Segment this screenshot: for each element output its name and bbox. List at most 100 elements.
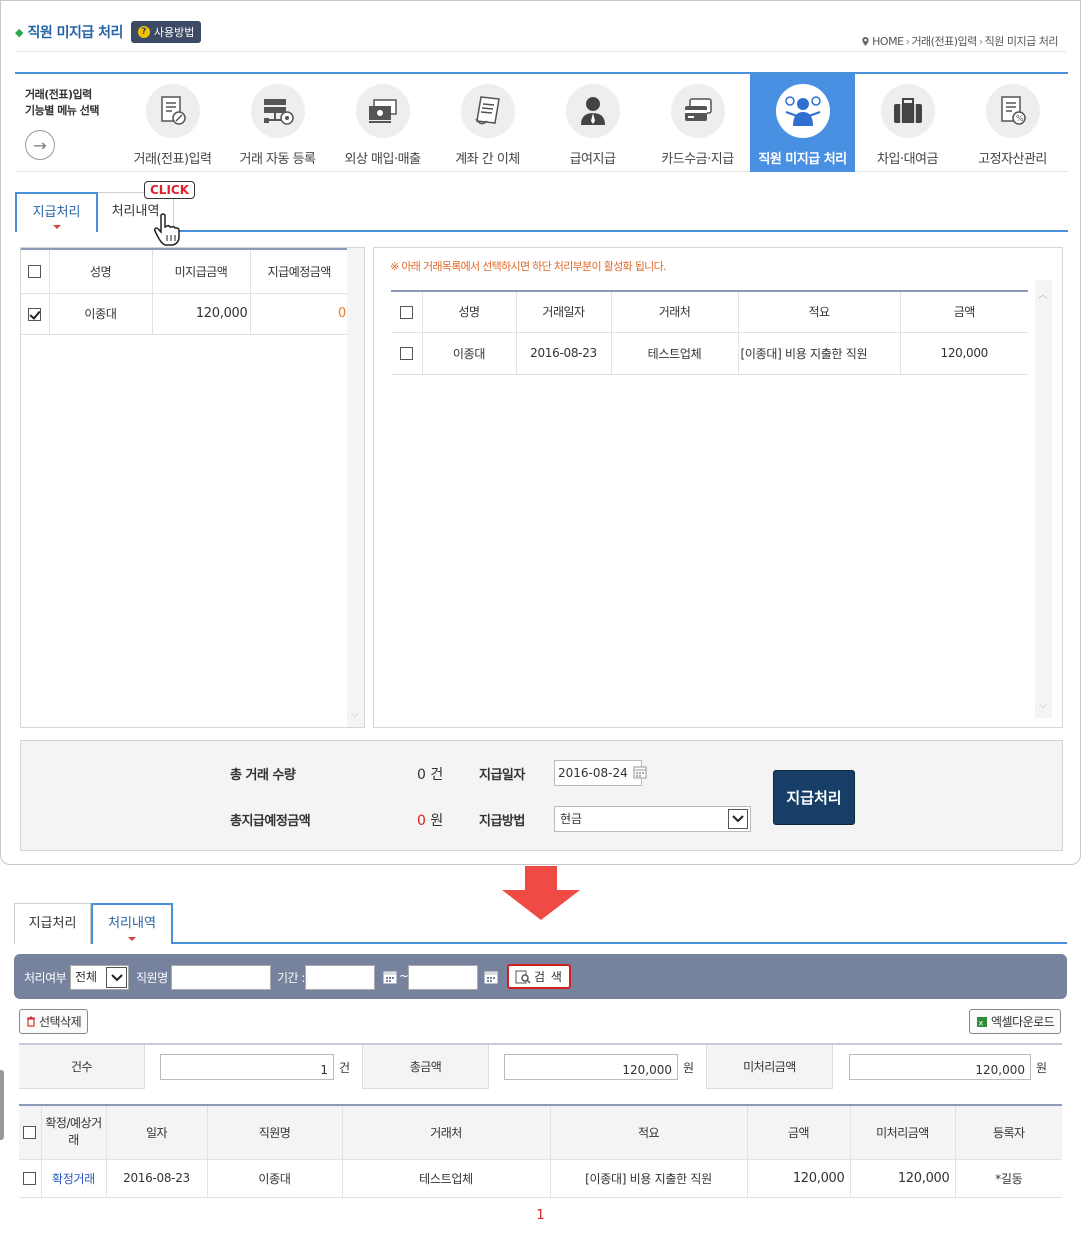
unprocessed-value: 120,000 (849, 1054, 1031, 1080)
arrow-right-icon[interactable]: → (25, 130, 55, 160)
search-button[interactable]: 검 색 (507, 964, 571, 989)
period-label: 기간 : (277, 971, 305, 985)
cell-memo: [이종대] 비용 지출한 직원 (737, 332, 900, 375)
cell-amount: 120,000 (899, 332, 1028, 375)
table-row[interactable]: 이종대 120,000 0 (21, 293, 348, 335)
cell-name: 이종대 (421, 332, 516, 375)
col-amount: 금액 (899, 291, 1028, 333)
col-unprocessed: 미처리금액 (849, 1105, 955, 1160)
transaction-table: 성명 거래일자 거래처 적요 금액 이종대 2016-08-23 테스트업체 [… (391, 290, 1028, 375)
row-checkbox[interactable] (23, 1172, 37, 1185)
pay-date-input[interactable]: 2016-08-24 (554, 760, 642, 786)
page-title: 직원 미지급 처리 (27, 25, 123, 41)
cell-memo: [이종대] 비용 지출한 직원 (549, 1159, 747, 1198)
status-select[interactable]: 전체 (70, 965, 129, 990)
excel-icon: x (977, 1016, 987, 1027)
left-scrollbar[interactable]: ⌵ (347, 248, 364, 727)
pay-button[interactable]: 지급처리 (773, 770, 855, 825)
tab-pay-label: 지급처리 (28, 916, 77, 931)
howto-button[interactable]: ? 사용방법 (130, 21, 202, 43)
chevron-right-icon: › (978, 34, 983, 48)
calendar-icon[interactable] (633, 765, 647, 779)
row-checkbox[interactable] (28, 307, 42, 321)
row-checkbox[interactable] (399, 347, 413, 360)
excel-download-label: 엑셀다운로드 (991, 1015, 1055, 1029)
table-row[interactable]: 이종대 2016-08-23 테스트업체 [이종대] 비용 지출한 직원 120… (391, 332, 1028, 375)
transfer-icon (474, 96, 500, 125)
menu-item-credit-trade[interactable]: 외상 매입·매출 (330, 74, 435, 172)
period-from-input[interactable] (305, 965, 375, 990)
menu-item-card[interactable]: 카드수금·지급 (645, 74, 750, 172)
total-amount-value: 0 (417, 813, 426, 829)
menu-item-voucher-input[interactable]: 거래(전표)입력 (120, 74, 225, 172)
col-status: 확정/예상거래 (40, 1105, 106, 1160)
pay-method-select[interactable]: 현금 (554, 806, 751, 832)
count-value: 1 (160, 1054, 334, 1080)
cell-employee: 이종대 (206, 1159, 342, 1198)
excel-download-button[interactable]: x 엑셀다운로드 (969, 1009, 1062, 1034)
employee-input[interactable] (171, 965, 271, 990)
menu-item-transfer[interactable]: 계좌 간 이체 (435, 74, 540, 172)
delete-selected-button[interactable]: 선택삭제 (19, 1009, 89, 1034)
tab-pay[interactable]: 지급처리 (15, 192, 98, 232)
count-unit: 건 (339, 1061, 351, 1075)
col-date: 거래일자 (515, 291, 611, 333)
count-label: 건수 (70, 1060, 93, 1074)
tab-pay[interactable]: 지급처리 (14, 903, 91, 944)
chevron-up-icon[interactable]: ︿ (1038, 286, 1048, 301)
menu-label: 외상 매입·매출 (344, 152, 421, 167)
chevron-down-icon[interactable]: ⌵ (1038, 700, 1048, 711)
cell-registrant: *길동 (954, 1159, 1062, 1198)
menu-item-salary[interactable]: 급여지급 (540, 74, 645, 172)
calendar-icon[interactable] (484, 970, 498, 984)
employee-label: 직원명 : (136, 971, 175, 985)
total-unit: 원 (683, 1061, 695, 1075)
right-scrollbar[interactable]: ︿ ⌵ (1035, 280, 1052, 718)
menu-caption: 거래(전표)입력 기능별 메뉴 선택 (25, 87, 100, 119)
menu-item-auto-register[interactable]: 거래 자동 등록 (225, 74, 330, 172)
employee-table: 성명 미지급금액 지급예정금액 이종대 120,000 0 (21, 248, 348, 335)
howto-label: 사용방법 (153, 26, 195, 39)
breadcrumb-section[interactable]: 거래(전표)입력 (911, 33, 977, 49)
select-all-cell (21, 249, 49, 294)
col-unpaid: 미지급금액 (151, 249, 250, 294)
table-row[interactable]: 확정거래 2016-08-23 이종대 테스트업체 [이종대] 비용 지출한 직… (19, 1159, 1062, 1198)
col-name: 성명 (48, 249, 152, 294)
page-link-current[interactable]: 1 (536, 1208, 544, 1223)
menu-item-employee-unpaid[interactable]: 직원 미지급 처리 (750, 74, 855, 172)
search-button-label: 검 색 (534, 970, 563, 984)
menu-label: 차입·대여금 (877, 152, 938, 167)
tab-pay-label: 지급처리 (32, 205, 81, 220)
credit-trade-icon (368, 99, 397, 123)
breadcrumb-home[interactable]: HOME (872, 35, 904, 48)
select-all-checkbox[interactable] (28, 265, 42, 279)
pagination: 1 (0, 1208, 1081, 1223)
select-all-checkbox[interactable] (23, 1126, 37, 1140)
period-to-input[interactable] (408, 965, 478, 990)
tab-history[interactable]: 처리내역 (91, 903, 173, 944)
cell-client: 테스트업체 (341, 1159, 550, 1198)
menu-item-loan[interactable]: 차입·대여금 (855, 74, 960, 172)
tab-history-label: 처리내역 (108, 916, 156, 931)
side-handle-lower[interactable] (0, 1070, 4, 1140)
total-label: 총금액 (409, 1060, 442, 1074)
cell-status-link[interactable]: 확정거래 (40, 1159, 106, 1198)
fixed-asset-icon: % (1000, 96, 1026, 125)
count-cell: 1 건 (144, 1045, 363, 1089)
chevron-down-icon[interactable] (106, 967, 127, 988)
col-amount: 금액 (746, 1105, 850, 1160)
cell-planned[interactable]: 0 (249, 293, 348, 335)
menu-item-fixed-asset[interactable]: % 고정자산관리 (960, 74, 1065, 172)
chevron-down-icon[interactable]: ⌵ (350, 709, 360, 720)
breadcrumb: HOME › 거래(전표)입력 › 직원 미지급 처리 (862, 33, 1059, 49)
menu-label: 거래(전표)입력 (133, 152, 212, 167)
total-cell: 120,000 원 (488, 1045, 707, 1089)
select-all-checkbox[interactable] (399, 305, 413, 319)
briefcase-icon (893, 98, 922, 123)
chevron-down-icon[interactable] (728, 809, 748, 829)
total-count: 0 건 (417, 764, 443, 784)
calendar-icon[interactable] (383, 970, 397, 984)
divider (15, 51, 1066, 52)
total-value: 120,000 (504, 1054, 678, 1080)
col-client: 거래처 (341, 1105, 550, 1160)
